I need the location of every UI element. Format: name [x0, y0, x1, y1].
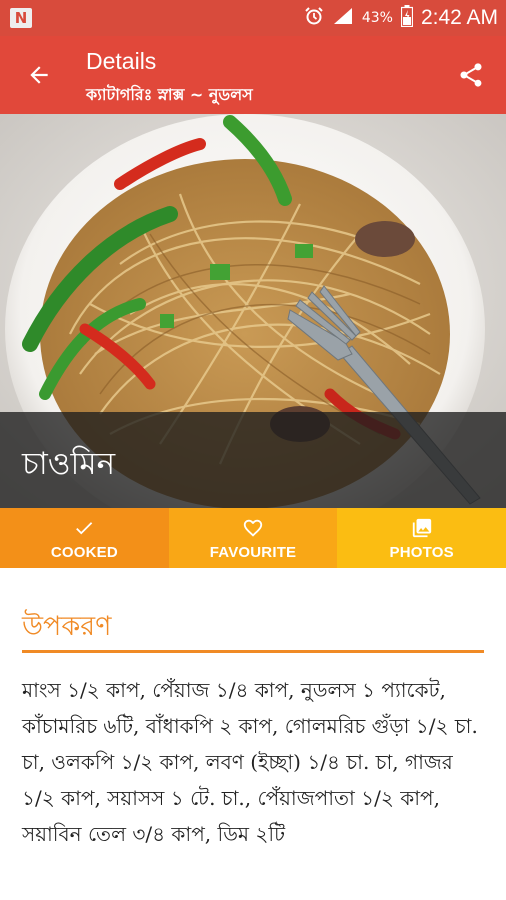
photos-button[interactable]: PHOTOS — [337, 508, 506, 568]
ingredients-heading: উপকরণ — [22, 611, 112, 642]
share-icon — [460, 63, 482, 87]
ingredients-text: মাংস ১/২ কাপ, পেঁয়াজ ১/৪ কাপ, নুডলস ১ প… — [22, 678, 478, 846]
alarm-icon — [304, 6, 324, 30]
back-button[interactable] — [22, 58, 56, 92]
category-breadcrumb: ক্যাটাগরিঃ স্নাক্স ~ নুডলস — [86, 85, 253, 104]
signal-icon — [332, 6, 354, 30]
photos-label: PHOTOS — [389, 543, 454, 561]
cooked-label: COOKED — [50, 543, 118, 561]
recipe-photo[interactable]: চাওমিন — [0, 114, 506, 508]
photos-icon — [410, 516, 434, 540]
favourite-button[interactable]: FAVOURITE — [168, 508, 338, 568]
favourite-label: FAVOURITE — [209, 543, 297, 561]
app-bar: Details ক্যাটাগরিঃ স্নাক্স ~ নুডলস — [0, 36, 506, 114]
check-icon — [72, 516, 96, 540]
arrow-back-icon — [30, 66, 48, 84]
cooked-button[interactable]: COOKED — [0, 508, 169, 568]
divider — [22, 650, 484, 653]
status-bar: N 43% 2:42 AM — [0, 0, 506, 36]
share-button[interactable] — [454, 58, 488, 92]
heart-icon — [241, 516, 265, 540]
clock: 2:42 AM — [420, 6, 498, 29]
battery-icon — [400, 5, 414, 31]
dish-caption-overlay: চাওমিন — [0, 412, 506, 508]
status-icons: 43% 2:42 AM — [304, 0, 498, 36]
page-title: Details — [86, 48, 157, 74]
action-bar: COOKED FAVOURITE PHOTOS — [0, 508, 506, 568]
dish-name: চাওমিন — [22, 446, 116, 482]
battery-percent: 43% — [361, 10, 393, 26]
notification-icon: N — [10, 8, 32, 28]
